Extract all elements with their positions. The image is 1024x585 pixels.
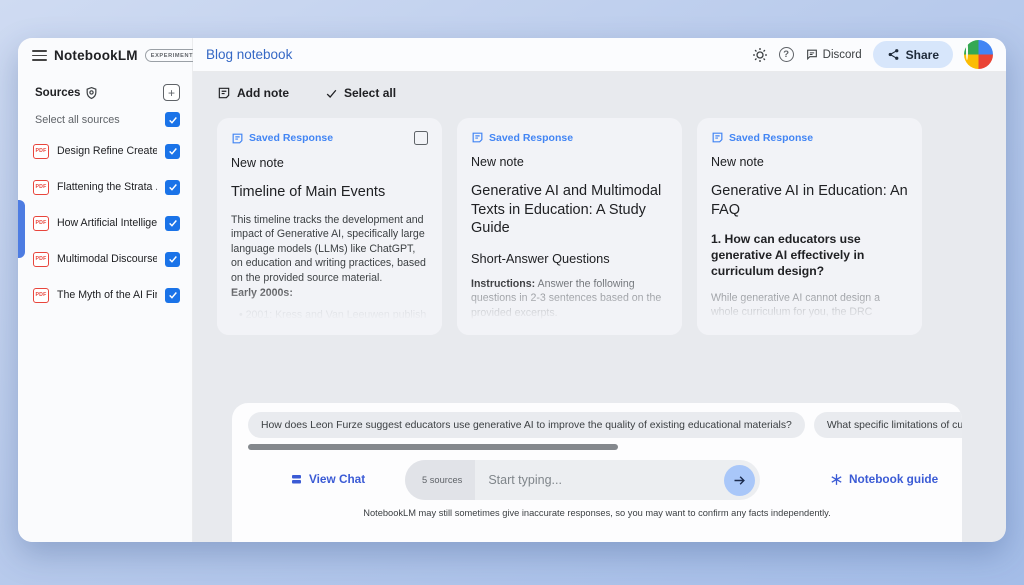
- notebook-guide-label: Notebook guide: [849, 472, 938, 486]
- note-bullet: • 2001: Kress and Van Leeuwen publish: [231, 309, 428, 321]
- suggested-questions: How does Leon Furze suggest educators us…: [248, 412, 962, 438]
- app-window: NotebookLM EXPERIMENTAL Sources + Select…: [18, 38, 1006, 542]
- instructions-label: Instructions:: [471, 278, 535, 290]
- add-note-label: Add note: [237, 86, 289, 100]
- chat-panel: How does Leon Furze suggest educators us…: [232, 403, 962, 542]
- note-checkbox[interactable]: [414, 131, 428, 145]
- sparkle-icon: [830, 473, 843, 486]
- sidebar-scroll-indicator[interactable]: [18, 200, 25, 258]
- pdf-icon: PDF: [33, 288, 49, 303]
- note-subheading: Early 2000s:: [231, 287, 293, 299]
- source-label: Multimodal Discourse ...: [57, 253, 157, 265]
- saved-response-icon: [471, 131, 484, 144]
- source-item[interactable]: PDF Multimodal Discourse ...: [33, 250, 180, 268]
- source-checkbox[interactable]: [165, 252, 180, 267]
- view-chat-icon: [290, 473, 303, 485]
- menu-icon[interactable]: [32, 50, 47, 61]
- saved-response-icon: [711, 131, 724, 144]
- saved-response-icon: [231, 132, 244, 145]
- logo-row: NotebookLM EXPERIMENTAL: [32, 48, 207, 63]
- note-type-label: New note: [231, 156, 428, 170]
- saved-response-tag: Saved Response: [729, 132, 813, 144]
- notes-toolbar: Add note Select all: [217, 86, 396, 100]
- saved-response-card[interactable]: Saved Response New note Generative AI an…: [457, 118, 682, 335]
- source-checkbox[interactable]: [165, 180, 180, 195]
- note-title: Generative AI in Education: An FAQ: [711, 182, 908, 219]
- pdf-icon: PDF: [33, 252, 49, 267]
- notebook-guide-button[interactable]: Notebook guide: [830, 472, 938, 486]
- suggestion-chip[interactable]: How does Leon Furze suggest educators us…: [248, 412, 805, 438]
- source-item[interactable]: PDF How Artificial Intellige...: [33, 214, 180, 232]
- select-all-sources-checkbox[interactable]: [165, 112, 180, 127]
- discord-link[interactable]: Discord: [805, 48, 862, 61]
- chat-input[interactable]: [475, 473, 724, 487]
- theme-toggle-icon[interactable]: [752, 47, 768, 63]
- saved-response-card[interactable]: Saved Response New note Timeline of Main…: [217, 118, 442, 335]
- source-checkbox[interactable]: [165, 216, 180, 231]
- source-checkbox[interactable]: [165, 144, 180, 159]
- note-body: Instructions: Answer the following quest…: [471, 277, 668, 321]
- top-header: Blog notebook ? Discord: [193, 38, 1006, 72]
- check-icon: [325, 87, 338, 100]
- saved-response-tag: Saved Response: [489, 132, 573, 144]
- sources-label: Sources: [35, 87, 80, 99]
- sources-header: Sources +: [35, 84, 180, 101]
- note-question: 1. How can educators use generative AI e…: [711, 232, 908, 280]
- avatar-photo: [966, 41, 968, 60]
- select-all-notes-button[interactable]: Select all: [325, 86, 396, 100]
- arrow-right-icon: [732, 473, 747, 488]
- saved-response-card[interactable]: Saved Response New note Generative AI in…: [697, 118, 922, 335]
- select-all-sources-row: Select all sources: [35, 112, 180, 127]
- note-title: Timeline of Main Events: [231, 183, 428, 202]
- source-label: The Myth of the AI Fir...: [57, 289, 157, 301]
- share-icon: [887, 48, 900, 61]
- note-body: While generative AI cannot design a whol…: [711, 291, 908, 335]
- source-item[interactable]: PDF Flattening the Strata ...: [33, 178, 180, 196]
- source-label: Flattening the Strata ...: [57, 181, 157, 193]
- note-section: Short-Answer Questions: [471, 251, 668, 266]
- add-source-button[interactable]: +: [163, 84, 180, 101]
- source-label: How Artificial Intellige...: [57, 217, 157, 229]
- source-item[interactable]: PDF Design Refine Create: ...: [33, 142, 180, 160]
- select-all-notes-label: Select all: [344, 86, 396, 100]
- pdf-icon: PDF: [33, 144, 49, 159]
- shield-icon: [85, 86, 98, 100]
- sources-count-badge: 5 sources: [405, 460, 475, 500]
- sources-sidebar: NotebookLM EXPERIMENTAL Sources + Select…: [18, 38, 193, 542]
- source-checkbox[interactable]: [165, 288, 180, 303]
- help-icon[interactable]: ?: [779, 47, 794, 62]
- chat-input-pill: 5 sources: [405, 460, 760, 500]
- disclaimer-text: NotebookLM may still sometimes give inac…: [232, 508, 962, 518]
- chat-bubble-icon: [805, 48, 819, 61]
- note-type-label: New note: [471, 155, 668, 169]
- suggestion-chip[interactable]: What specific limitations of current gen…: [814, 412, 962, 438]
- add-note-button[interactable]: Add note: [217, 86, 289, 100]
- share-button[interactable]: Share: [873, 41, 953, 68]
- note-title: Generative AI and Multimodal Texts in Ed…: [471, 182, 668, 238]
- pdf-icon: PDF: [33, 180, 49, 195]
- pdf-icon: PDF: [33, 216, 49, 231]
- add-note-icon: [217, 86, 231, 100]
- user-avatar[interactable]: [964, 40, 993, 69]
- source-label: Design Refine Create: ...: [57, 145, 157, 157]
- source-item[interactable]: PDF The Myth of the AI Fir...: [33, 286, 180, 304]
- view-chat-label: View Chat: [309, 472, 365, 486]
- discord-label: Discord: [823, 49, 862, 61]
- note-body: This timeline tracks the development and…: [231, 213, 428, 301]
- chips-scrollbar[interactable]: [248, 444, 618, 450]
- view-chat-button[interactable]: View Chat: [290, 472, 365, 486]
- chat-controls: View Chat 5 sources: [232, 460, 962, 500]
- header-actions: ? Discord Share: [752, 40, 1006, 69]
- notebook-title: Blog notebook: [206, 47, 292, 62]
- send-button[interactable]: [724, 465, 755, 496]
- brand-title: NotebookLM: [54, 48, 138, 63]
- saved-response-tag: Saved Response: [249, 132, 333, 144]
- note-type-label: New note: [711, 155, 908, 169]
- select-all-sources-label: Select all sources: [35, 114, 120, 126]
- share-label: Share: [906, 48, 939, 62]
